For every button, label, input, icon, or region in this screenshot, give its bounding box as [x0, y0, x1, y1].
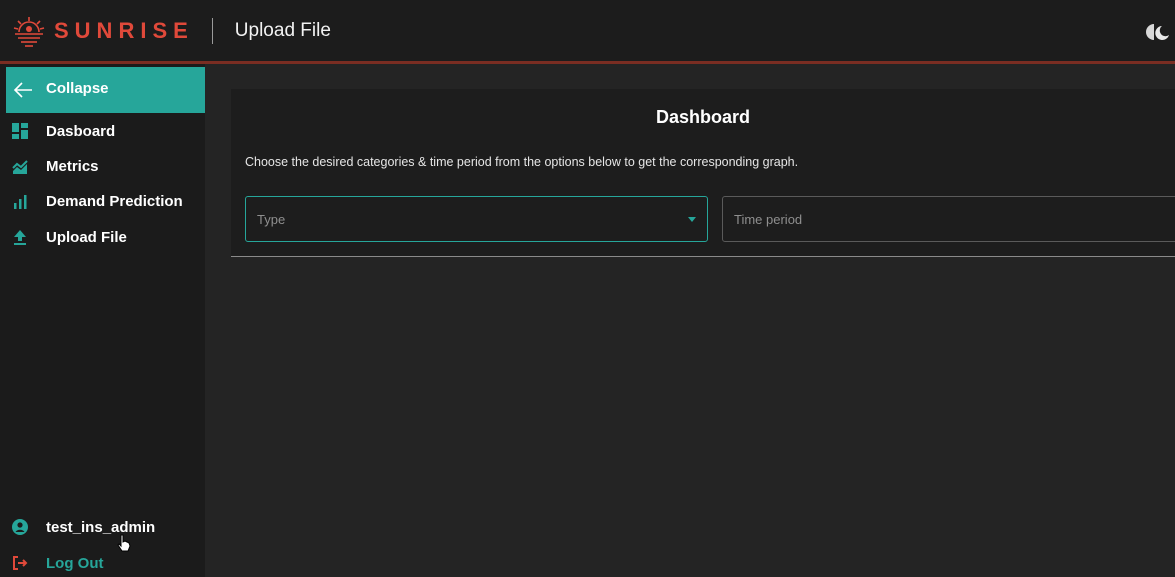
card-title: Dashboard [655, 107, 751, 127]
theme-toggle-icon[interactable] [1145, 22, 1171, 42]
time-period-select-placeholder: Time period [734, 212, 803, 227]
sidebar-item-upload-file[interactable]: Upload File [0, 222, 205, 252]
metrics-icon [11, 157, 29, 175]
chevron-down-icon [688, 217, 696, 222]
logout-label: Log Out [46, 554, 104, 572]
sidebar-item-label: Dasboard [46, 122, 116, 140]
sidebar-item-label: Demand Prediction [46, 192, 183, 210]
sidebar-item-metrics[interactable]: Metrics [0, 151, 205, 181]
user-account[interactable]: test_ins_admin [0, 514, 205, 540]
user-name: test_ins_admin [46, 518, 156, 536]
dashboard-icon [11, 122, 29, 140]
logout-icon [11, 554, 29, 572]
upload-icon [11, 228, 29, 246]
card-description: Choose the desired categories & time per… [245, 155, 799, 169]
type-select[interactable]: Type [245, 196, 708, 242]
brand-name: SUNRISE [54, 17, 194, 43]
page-title: Upload File [234, 19, 331, 41]
header-divider [211, 17, 213, 44]
type-select-placeholder: Type [257, 212, 286, 227]
brand[interactable]: SUNRISE [12, 14, 194, 48]
logout-button[interactable]: Log Out [0, 550, 205, 576]
main-content: Dashboard Choose the desired categories … [205, 67, 1175, 577]
sidebar-item-label: Metrics [46, 157, 99, 175]
collapse-label: Collapse [46, 79, 109, 97]
sidebar-item-label: Upload File [46, 228, 127, 246]
top-app-bar: SUNRISE Upload File [0, 0, 1175, 64]
time-period-select[interactable]: Time period [722, 196, 1175, 242]
dashboard-card: Dashboard Choose the desired categories … [231, 89, 1175, 257]
arrow-left-icon [13, 82, 32, 98]
sidebar: Collapse Dasboard Metrics Demand Predict… [0, 64, 205, 577]
collapse-button[interactable]: Collapse [6, 67, 205, 113]
user-circle-icon [11, 518, 29, 536]
bar-chart-icon [11, 192, 29, 210]
sidebar-item-demand-prediction[interactable]: Demand Prediction [0, 186, 205, 216]
sidebar-item-dashboard[interactable]: Dasboard [0, 116, 205, 146]
sunrise-logo-icon [13, 16, 45, 47]
